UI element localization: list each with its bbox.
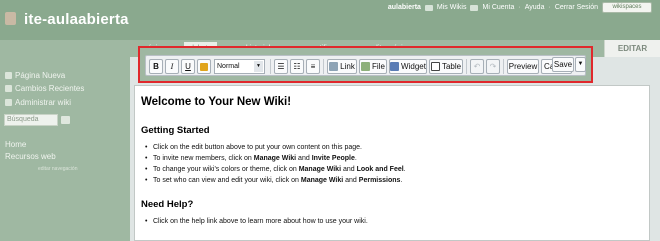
toolbar-divider <box>466 59 467 74</box>
chevron-down-icon: ▼ <box>254 61 263 72</box>
page-title: Welcome to Your New Wiki! <box>141 96 292 108</box>
list-item: To invite new members, click on Manage W… <box>153 153 406 164</box>
undo-button[interactable]: ↶ <box>470 59 484 74</box>
section-heading: Need Help? <box>141 199 194 210</box>
my-wikis-link[interactable]: Mis Wikis <box>437 4 467 11</box>
link-separator: · <box>518 4 521 11</box>
sidebar-item-recent-changes[interactable]: Cambios Recientes <box>5 84 84 93</box>
edit-button[interactable]: EDITAR <box>604 40 660 57</box>
toolbar-divider <box>503 59 504 74</box>
link-icon <box>329 62 339 71</box>
user-links: aulabierta Mis Wikis Mi Cuenta · Ayuda ·… <box>388 4 598 11</box>
save-button[interactable]: Save <box>552 57 574 72</box>
sidebar-item-manage-wiki[interactable]: Administrar wiki <box>5 98 71 107</box>
page-icon <box>5 72 12 79</box>
file-button[interactable]: File <box>359 59 387 74</box>
link-separator: · <box>548 4 551 11</box>
list-item: To set who can view and edit your wiki, … <box>153 175 406 186</box>
need-help-list: Click on the help link above to learn mo… <box>153 216 368 227</box>
list-item: To change your wiki's colors or theme, c… <box>153 164 406 175</box>
list-item: Click on the edit button above to put yo… <box>153 142 406 153</box>
section-heading: Getting Started <box>141 125 210 136</box>
bullet-list-button[interactable]: ☰ <box>274 59 288 74</box>
file-label: File <box>372 62 385 71</box>
settings-icon <box>5 99 12 106</box>
sidebar-item-label: Página Nueva <box>15 71 66 80</box>
link-label: Link <box>340 62 355 71</box>
underline-button[interactable]: U <box>181 59 195 74</box>
widget-icon <box>390 62 400 71</box>
table-icon <box>430 62 440 71</box>
preview-button[interactable]: Preview <box>507 59 539 74</box>
paragraph-style-select[interactable]: Normal ▼ <box>214 59 265 74</box>
widget-label: Widget <box>401 62 426 71</box>
italic-button[interactable]: I <box>165 59 179 74</box>
wikispaces-badge[interactable]: wikispaces <box>602 2 652 13</box>
changes-icon <box>5 85 12 92</box>
numbered-list-button[interactable]: ☷ <box>290 59 304 74</box>
horizontal-rule-button[interactable]: ≡ <box>306 59 320 74</box>
file-icon <box>361 62 371 71</box>
editor-toolbar: B I U Normal ▼ ☰ ☷ ≡ Link File Widget Tab… <box>145 55 586 76</box>
search-input[interactable]: Búsqueda <box>4 114 58 126</box>
my-account-link[interactable]: Mi Cuenta <box>482 4 514 11</box>
sidebar-item-new-page[interactable]: Página Nueva <box>5 71 65 80</box>
sign-out-link[interactable]: Cerrar Sesión <box>555 4 598 11</box>
site-title[interactable]: ite-aulaabierta <box>24 11 129 28</box>
mail-icon[interactable] <box>470 4 479 11</box>
search-go-icon[interactable] <box>61 116 70 124</box>
save-options-chevron-down-icon[interactable]: ▼ <box>575 57 586 72</box>
sidebar-item-label: Cambios Recientes <box>15 84 85 93</box>
edit-navigation-link[interactable]: editar navegación <box>38 166 77 172</box>
editor-toolbar-highlight: B I U Normal ▼ ☰ ☷ ≡ Link File Widget Tab… <box>138 46 593 83</box>
getting-started-list: Click on the edit button above to put yo… <box>153 142 406 186</box>
table-button[interactable]: Table <box>429 59 463 74</box>
sidebar-item-label: Administrar wiki <box>15 98 72 107</box>
site-logo-icon <box>5 12 16 25</box>
toolbar-divider <box>323 59 324 74</box>
site-header: ite-aulaabierta aulabierta Mis Wikis Mi … <box>0 0 660 40</box>
text-color-icon <box>200 63 208 71</box>
nav-link-web-resources[interactable]: Recursos web <box>5 152 56 161</box>
username-link[interactable]: aulabierta <box>388 4 421 11</box>
widget-button[interactable]: Widget <box>389 59 427 74</box>
text-color-button[interactable] <box>197 59 211 74</box>
link-button[interactable]: Link <box>327 59 357 74</box>
bold-button[interactable]: B <box>149 59 163 74</box>
toolbar-divider <box>270 59 271 74</box>
nav-link-home[interactable]: Home <box>5 140 26 149</box>
wiki-page-content[interactable]: Welcome to Your New Wiki! Getting Starte… <box>134 85 650 241</box>
paragraph-style-value: Normal <box>217 63 240 70</box>
table-label: Table <box>441 62 462 71</box>
help-link[interactable]: Ayuda <box>525 4 545 11</box>
list-item: Click on the help link above to learn mo… <box>153 216 368 227</box>
redo-button[interactable]: ↷ <box>486 59 500 74</box>
wikis-icon <box>424 4 433 11</box>
